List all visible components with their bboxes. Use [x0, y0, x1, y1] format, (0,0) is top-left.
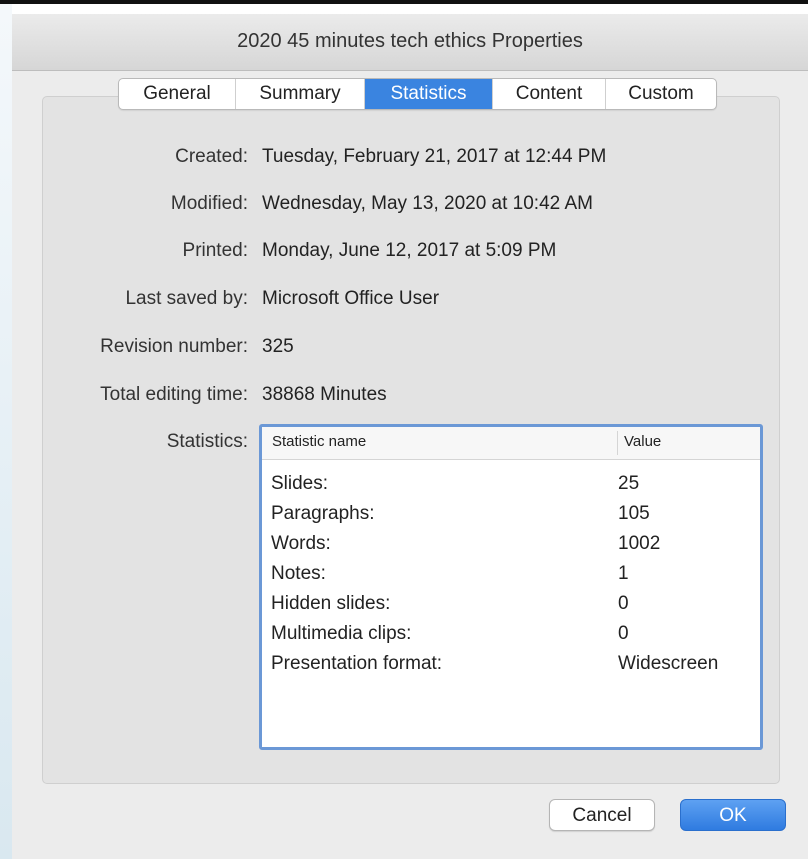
modified-label: Modified: [170, 193, 248, 214]
tab-statistics[interactable]: Statistics [365, 79, 493, 109]
statistic-name: Paragraphs: [271, 503, 375, 524]
cancel-button[interactable]: Cancel [549, 799, 655, 831]
column-header-value[interactable]: Value [624, 433, 661, 450]
total-editing-time-label: Total editing time: [100, 384, 248, 405]
statistic-name: Presentation format: [271, 653, 443, 674]
statistic-name: Hidden slides: [271, 593, 391, 614]
table-row[interactable]: Presentation format: Widescreen [262, 649, 760, 679]
printed-label: Printed: [182, 240, 248, 261]
statistic-value: 105 [618, 503, 650, 524]
statistic-name: Slides: [271, 473, 329, 494]
top-rule [0, 0, 808, 4]
statistics-label: Statistics: [166, 431, 248, 452]
column-header-statistic-name[interactable]: Statistic name [272, 433, 366, 450]
printed-value: Monday, June 12, 2017 at 5:09 PM [262, 240, 557, 261]
table-row[interactable]: Words: 1002 [262, 529, 760, 559]
statistic-value: 1 [618, 563, 629, 584]
statistic-value: 25 [618, 473, 640, 494]
table-row[interactable]: Hidden slides: 0 [262, 589, 760, 619]
tab-summary[interactable]: Summary [236, 79, 365, 109]
revision-number-label: Revision number: [100, 336, 248, 357]
total-editing-time-value: 38868 Minutes [262, 384, 387, 405]
table-row[interactable]: Paragraphs: 105 [262, 499, 760, 529]
modified-value: Wednesday, May 13, 2020 at 10:42 AM [262, 193, 593, 214]
statistic-value: Widescreen [618, 653, 719, 674]
last-saved-by-label: Last saved by: [125, 288, 248, 309]
statistic-name: Notes: [271, 563, 326, 584]
last-saved-by-value: Microsoft Office User [262, 288, 440, 309]
statistic-value: 1002 [618, 533, 661, 554]
table-row[interactable]: Slides: 25 [262, 469, 760, 499]
created-value: Tuesday, February 21, 2017 at 12:44 PM [262, 146, 607, 167]
table-row[interactable]: Notes: 1 [262, 559, 760, 589]
title-bar[interactable]: 2020 45 minutes tech ethics Properties [12, 14, 808, 71]
table-row[interactable]: Multimedia clips: 0 [262, 619, 760, 649]
statistic-name: Multimedia clips: [271, 623, 412, 644]
tab-bar: General Summary Statistics Content Custo… [118, 78, 717, 110]
table-header: Statistic name Value [262, 427, 760, 460]
statistic-value: 0 [618, 593, 629, 614]
properties-dialog: 2020 45 minutes tech ethics Properties G… [12, 14, 808, 859]
window-title: 2020 45 minutes tech ethics Properties [237, 30, 583, 52]
background-strip [0, 4, 12, 859]
ok-button[interactable]: OK [680, 799, 786, 831]
statistic-value: 0 [618, 623, 629, 644]
statistics-table[interactable]: Statistic name Value Slides: 25 Paragrap… [259, 424, 763, 750]
tab-custom[interactable]: Custom [606, 79, 716, 109]
statistic-name: Words: [271, 533, 331, 554]
created-label: Created: [175, 146, 248, 167]
column-divider [617, 431, 618, 455]
tab-content[interactable]: Content [493, 79, 606, 109]
tab-general[interactable]: General [119, 79, 236, 109]
revision-number-value: 325 [262, 336, 294, 357]
